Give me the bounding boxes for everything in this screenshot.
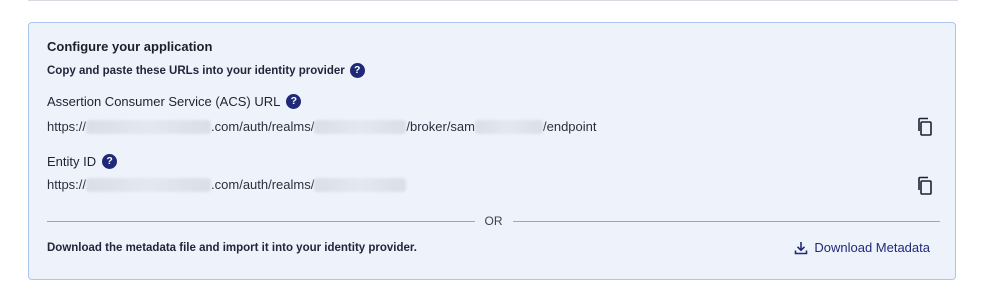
redacted-text <box>314 177 407 192</box>
copy-entity-id-button[interactable] <box>916 176 934 196</box>
copy-icon <box>918 117 932 136</box>
section-subtitle-row: Copy and paste these URLs into your iden… <box>47 63 365 78</box>
redacted-text <box>86 177 212 192</box>
entity-label: Entity ID <box>47 154 97 169</box>
entity-url-part: .com/auth/realms/ <box>211 177 315 192</box>
section-title: Configure your application <box>47 39 213 54</box>
acs-label: Assertion Consumer Service (ACS) URL <box>47 94 281 109</box>
question-circle-icon[interactable]: ? <box>349 63 365 78</box>
download-icon <box>795 241 808 254</box>
redacted-text <box>314 119 407 134</box>
download-description: Download the metadata file and import it… <box>47 242 417 254</box>
acs-url-part: /endpoint <box>543 119 597 134</box>
redacted-text <box>475 119 543 134</box>
entity-url-part: https:// <box>47 177 87 192</box>
or-text: OR <box>484 214 503 228</box>
top-divider <box>28 0 958 1</box>
acs-url-part: https:// <box>47 119 87 134</box>
acs-label-row: Assertion Consumer Service (ACS) URL ? <box>47 94 302 109</box>
or-divider: OR <box>47 213 940 229</box>
acs-url-part: /broker/sam <box>406 119 475 134</box>
question-circle-icon[interactable]: ? <box>102 154 118 169</box>
section-subtitle: Copy and paste these URLs into your iden… <box>47 64 345 77</box>
divider-line <box>512 220 940 222</box>
copy-icon <box>918 176 932 195</box>
configure-application-panel: Configure your application Copy and past… <box>28 22 956 280</box>
download-metadata-label: Download Metadata <box>814 240 930 255</box>
entity-url: https:// .com/auth/realms/ <box>47 177 407 192</box>
divider-line <box>47 220 475 222</box>
redacted-text <box>86 119 212 134</box>
question-circle-icon[interactable]: ? <box>286 94 302 109</box>
download-metadata-button[interactable]: Download Metadata <box>794 240 930 255</box>
acs-url-part: .com/auth/realms/ <box>211 119 315 134</box>
entity-label-row: Entity ID ? <box>47 154 118 169</box>
copy-acs-url-button[interactable] <box>916 117 934 137</box>
acs-url: https:// .com/auth/realms/ /broker/sam /… <box>47 119 597 134</box>
